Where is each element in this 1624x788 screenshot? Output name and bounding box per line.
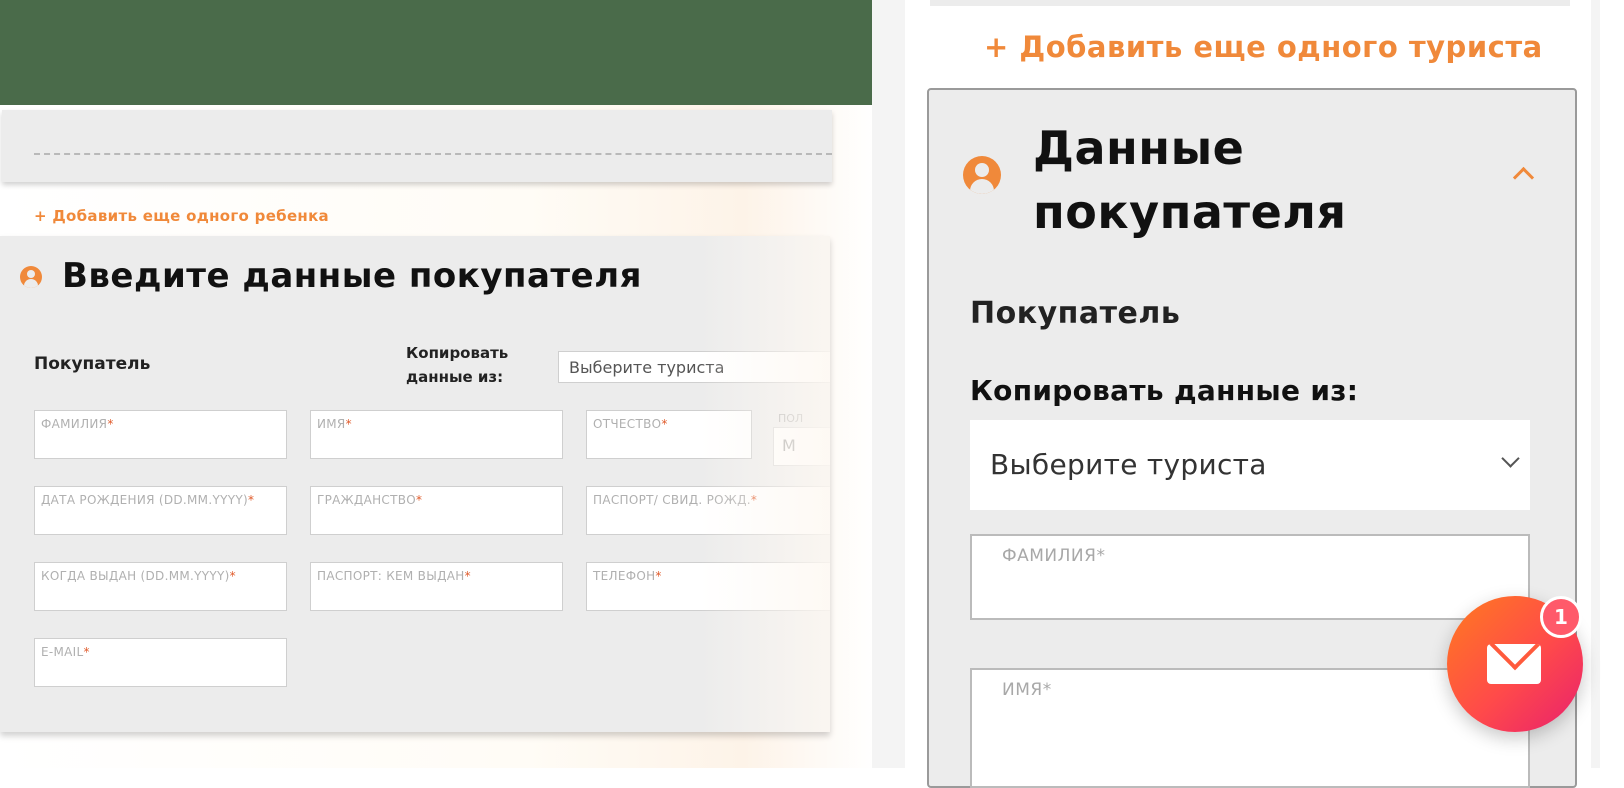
field-label: ОТЧЕСТВО* xyxy=(593,417,668,431)
buyer-label: Покупатель xyxy=(970,296,1181,331)
surname-field[interactable]: ФАМИЛИЯ* xyxy=(34,410,287,459)
chevron-down-icon xyxy=(1501,449,1520,468)
passport-field[interactable]: ПАСПОРТ/ СВИД. РОЖД.* xyxy=(586,486,830,535)
tourist-select[interactable]: Выберите туриста xyxy=(970,420,1530,510)
envelope-icon xyxy=(1487,644,1541,684)
chevron-up-icon[interactable] xyxy=(1512,166,1535,189)
birthdate-field[interactable]: ДАТА РОЖДЕНИЯ (DD.MM.YYYY)* xyxy=(34,486,287,535)
section-title: Данные покупателя xyxy=(1033,121,1347,239)
name-field[interactable]: ИМЯ* xyxy=(310,410,563,459)
buyer-card-title: Введите данные покупателя xyxy=(62,256,642,296)
card-fade-overlay xyxy=(700,236,830,732)
gender-select[interactable]: М xyxy=(773,427,830,466)
field-label: ПАСПОРТ: КЕМ ВЫДАН* xyxy=(317,569,471,583)
user-icon xyxy=(963,156,1001,194)
field-label: ФАМИЛИЯ* xyxy=(1002,546,1106,566)
phone-field[interactable]: ТЕЛЕФОН* xyxy=(586,562,830,611)
add-tourist-link[interactable]: + Добавить еще одного туриста xyxy=(984,30,1543,64)
field-label: ДАТА РОЖДЕНИЯ (DD.MM.YYYY)* xyxy=(41,493,255,507)
gender-label: ПОЛ xyxy=(778,412,804,425)
issue-date-field[interactable]: КОГДА ВЫДАН (DD.MM.YYYY)* xyxy=(34,562,287,611)
copy-data-label: Копировать данные из: xyxy=(406,344,509,386)
citizenship-field[interactable]: ГРАЖДАНСТВО* xyxy=(310,486,563,535)
issued-by-field[interactable]: ПАСПОРТ: КЕМ ВЫДАН* xyxy=(310,562,563,611)
buyer-card: Введите данные покупателя Покупатель Коп… xyxy=(0,236,830,732)
buyer-label: Покупатель xyxy=(34,354,151,374)
field-label: ФАМИЛИЯ* xyxy=(41,417,114,431)
mobile-top-card-edge xyxy=(930,0,1570,6)
surname-field[interactable]: ФАМИЛИЯ* xyxy=(970,534,1530,620)
field-label: ИМЯ* xyxy=(1002,680,1052,700)
background-green xyxy=(0,0,875,120)
dashed-divider xyxy=(34,153,832,155)
add-child-link[interactable]: + Добавить еще одного ребенка xyxy=(34,207,329,225)
notification-badge: 1 xyxy=(1540,596,1582,638)
copy-data-label: Копировать данные из: xyxy=(970,374,1359,407)
field-label: E-MAIL* xyxy=(41,645,90,659)
field-label: ГРАЖДАНСТВО* xyxy=(317,493,423,507)
name-field[interactable]: ИМЯ* xyxy=(970,668,1530,788)
user-icon xyxy=(20,266,42,288)
email-field[interactable]: E-MAIL* xyxy=(34,638,287,687)
field-label: ИМЯ* xyxy=(317,417,352,431)
tourist-select[interactable]: Выберите туриста xyxy=(558,351,830,383)
field-label: КОГДА ВЫДАН (DD.MM.YYYY)* xyxy=(41,569,236,583)
patronymic-field[interactable]: ОТЧЕСТВО* xyxy=(586,410,752,459)
select-value: Выберите туриста xyxy=(990,448,1267,481)
field-label: ТЕЛЕФОН* xyxy=(593,569,662,583)
children-card xyxy=(2,110,832,182)
field-label: ПАСПОРТ/ СВИД. РОЖД.* xyxy=(593,493,758,507)
